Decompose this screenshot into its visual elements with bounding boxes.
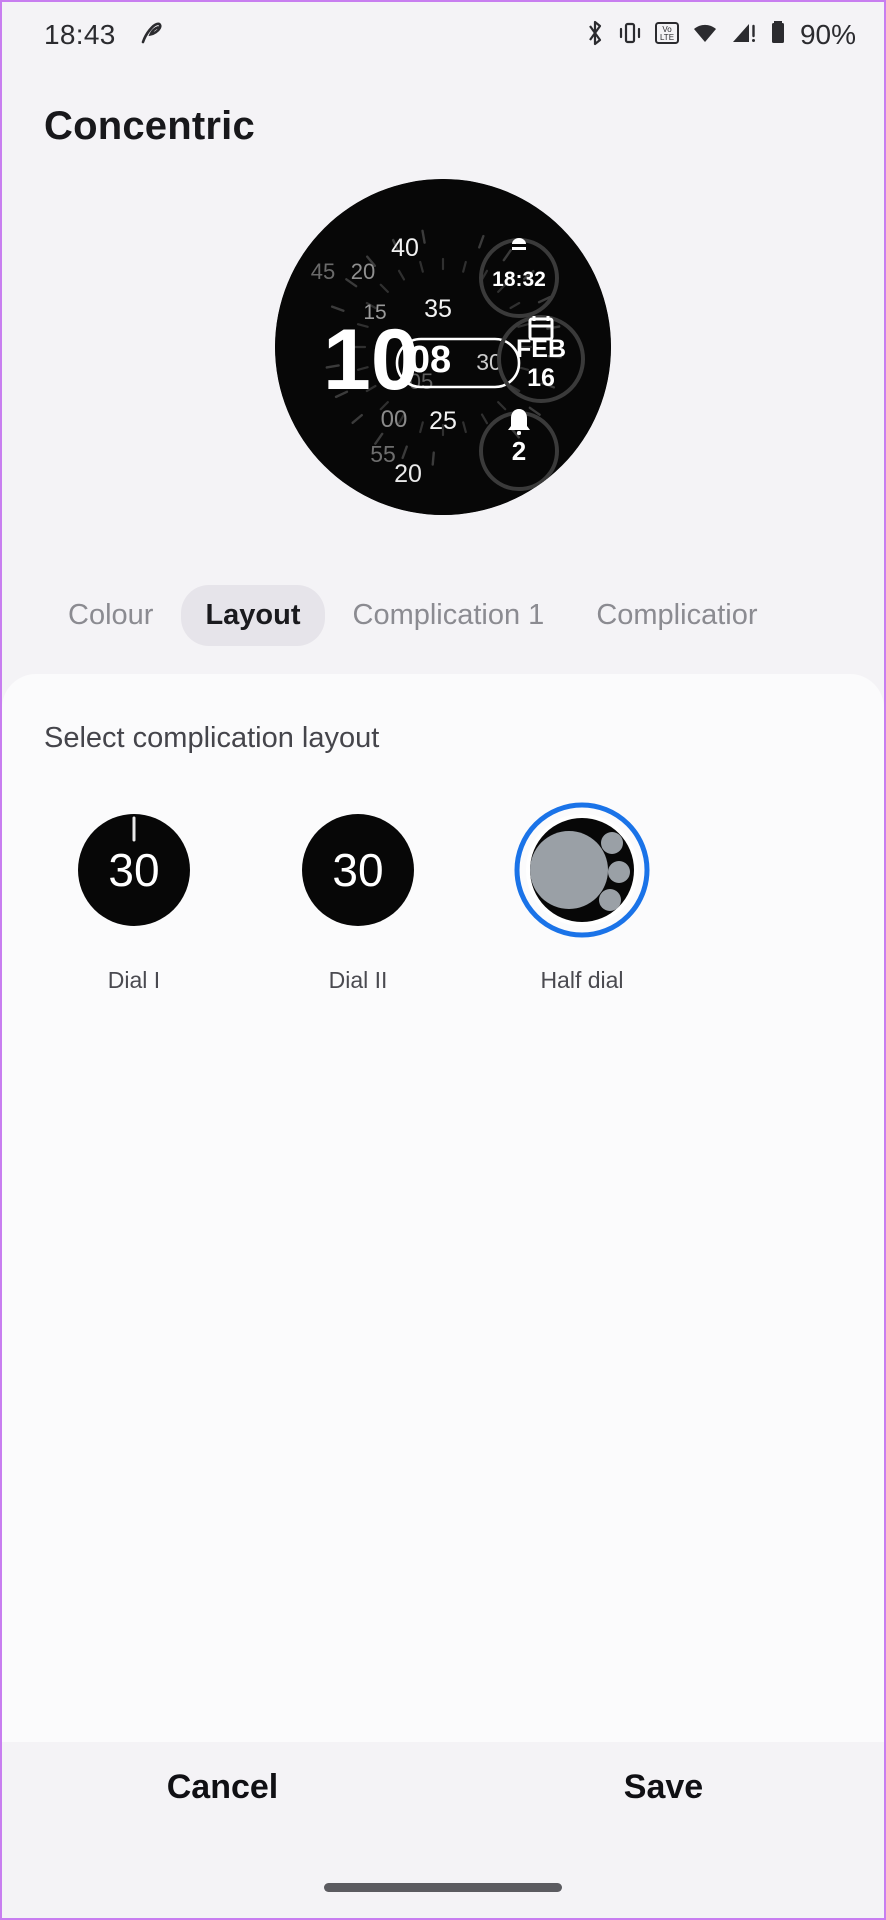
dial-2-label: Dial II <box>329 967 388 994</box>
half-dial-label: Half dial <box>540 967 623 994</box>
page-title: Concentric <box>44 104 884 149</box>
watch-face-preview[interactable]: 40 20 45 15 35 05 00 25 55 20 10 <box>275 179 611 515</box>
tab-layout[interactable]: Layout <box>181 585 324 646</box>
status-bar-left: 18:43 <box>44 18 166 53</box>
volte-icon: Vo LTE <box>654 19 680 52</box>
layout-option-list: 30 Dial I 30 Dial II <box>2 755 884 994</box>
battery-percent-label: 90% <box>800 19 856 51</box>
layout-option-dial-2[interactable]: 30 Dial II <box>282 799 434 994</box>
svg-text:FEB: FEB <box>516 335 566 363</box>
watch-minute-label: 08 <box>409 339 451 381</box>
home-indicator[interactable] <box>324 1883 562 1892</box>
tab-complication-1[interactable]: Complication 1 <box>329 585 569 646</box>
customisation-tab-bar[interactable]: Colour Layout Complication 1 Complicatio… <box>2 585 884 646</box>
cellular-signal-icon <box>730 19 758 52</box>
phone-screen: 18:43 Vo <box>0 0 886 1920</box>
svg-text:2: 2 <box>512 436 526 466</box>
status-bar: 18:43 Vo <box>2 2 884 68</box>
dial-tick-label: 20 <box>351 259 375 284</box>
dial-1-thumbnail[interactable]: 30 <box>63 799 205 941</box>
dial-1-label: Dial I <box>108 967 160 994</box>
dial-tick-label: 00 <box>381 406 408 433</box>
status-bar-clock: 18:43 <box>44 19 116 51</box>
half-dial-thumbnail[interactable] <box>511 799 653 941</box>
dial-tick-label: 25 <box>429 407 457 435</box>
dial-tick-label: 35 <box>424 295 452 323</box>
save-button[interactable]: Save <box>443 1768 884 1807</box>
svg-text:16: 16 <box>527 364 555 392</box>
airtel-carrier-icon <box>136 18 166 53</box>
watch-face-preview-container: 40 20 45 15 35 05 00 25 55 20 10 <box>2 179 884 515</box>
watch-hour-label: 10 <box>323 312 419 408</box>
battery-icon <box>769 19 787 52</box>
status-bar-right: Vo LTE <box>584 19 856 52</box>
bluetooth-icon <box>584 19 606 52</box>
dial-tick-label: 20 <box>394 460 422 488</box>
dial-tick-label: 45 <box>311 259 335 284</box>
sunset-icon <box>512 238 526 250</box>
dial-1-value: 30 <box>108 844 159 896</box>
layout-option-half-dial[interactable]: Half dial <box>506 799 658 994</box>
layout-options-sheet: Select complication layout 30 Dial I 30 <box>2 674 884 1742</box>
dial-2-value: 30 <box>332 844 383 896</box>
svg-text:18:32: 18:32 <box>492 268 546 291</box>
wifi-icon <box>691 19 719 52</box>
tab-colour[interactable]: Colour <box>44 585 177 646</box>
sheet-heading: Select complication layout <box>2 722 884 755</box>
tab-complication-2[interactable]: Complicatior <box>572 585 781 646</box>
cancel-button[interactable]: Cancel <box>2 1768 443 1807</box>
svg-text:LTE: LTE <box>660 33 674 42</box>
dial-tick-label: 40 <box>391 234 419 262</box>
vibrate-icon <box>617 19 643 52</box>
dial-2-thumbnail[interactable]: 30 <box>287 799 429 941</box>
dial-tick-label: 55 <box>370 441 396 467</box>
layout-option-dial-1[interactable]: 30 Dial I <box>58 799 210 994</box>
